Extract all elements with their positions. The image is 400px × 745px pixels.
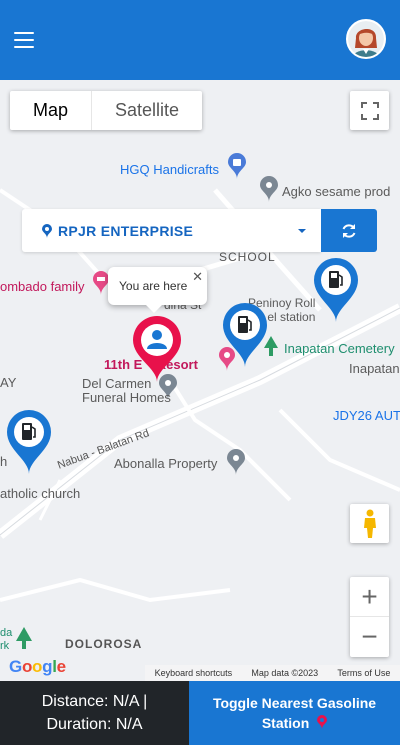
map-label-park-rk: rk: [0, 640, 10, 652]
toggle-label-line2-wrap: Station: [261, 713, 328, 733]
station-select-value: RPJR ENTERPRISE: [58, 222, 194, 239]
toggle-label-line2: Station: [261, 715, 310, 731]
duration-text: Duration: N/A: [46, 716, 143, 733]
keyboard-shortcuts-link[interactable]: Keyboard shortcuts: [155, 668, 233, 678]
distance-text: Distance: N/A |: [41, 693, 148, 710]
map-label-ombado: ombado family: [0, 279, 85, 294]
gas-station-marker[interactable]: [313, 258, 359, 322]
zoom-control: + −: [350, 577, 389, 657]
close-icon[interactable]: ✕: [192, 269, 203, 285]
station-select-row: RPJR ENTERPRISE: [22, 209, 377, 252]
distance-panel: Distance: N/A | Duration: N/A: [0, 681, 189, 745]
map-label-jdy: JDY26 AUT: [333, 408, 400, 423]
map-attribution: Keyboard shortcuts Map data ©2023 Terms …: [145, 665, 400, 681]
refresh-icon: [342, 223, 356, 238]
map-label-hgq: HGQ Handicrafts: [120, 162, 219, 177]
gas-station-marker[interactable]: [222, 303, 268, 367]
pegman-icon: [363, 509, 376, 538]
property-poi-icon[interactable]: [226, 449, 246, 475]
map-label-funeral: Funeral Homes: [82, 390, 171, 405]
map-type-map-button[interactable]: Map: [10, 91, 93, 130]
google-logo: Google: [9, 657, 66, 676]
map-data-text: Map data ©2023: [251, 668, 319, 678]
map-marker-icon: [317, 715, 328, 729]
you-are-here-infowindow: You are here ✕: [108, 267, 207, 313]
refresh-button[interactable]: [321, 209, 377, 252]
map-type-control: Map Satellite: [10, 91, 203, 130]
fullscreen-icon: [360, 101, 379, 120]
top-app-bar: [0, 0, 400, 80]
zoom-out-button[interactable]: −: [350, 617, 389, 657]
hamburger-icon[interactable]: [14, 32, 34, 48]
map-label-school: SCHOOL: [219, 250, 276, 264]
map-type-satellite-button[interactable]: Satellite: [92, 91, 202, 130]
map-label-park-da: da: [0, 627, 13, 639]
place-poi-icon[interactable]: [259, 176, 279, 202]
toggle-nearest-station-button[interactable]: Toggle Nearest Gasoline Station: [189, 681, 400, 745]
map-label-inapatan: Inapatan: [349, 361, 400, 376]
map-label-cemetery: Inapatan Cemetery: [284, 341, 395, 356]
infowindow-text: You are here: [119, 279, 188, 293]
app-screen: Map Satellite HGQ Handicrafts Agko sesam…: [0, 0, 400, 745]
map-label-ay: AY: [0, 375, 17, 390]
map-label-agko: Agko sesame prod: [282, 184, 391, 199]
map-pin-icon: [42, 223, 52, 238]
zoom-in-button[interactable]: +: [350, 577, 389, 617]
bottom-bar: Distance: N/A | Duration: N/A Toggle Nea…: [0, 681, 400, 745]
fullscreen-button[interactable]: [350, 91, 389, 130]
terms-of-use-link[interactable]: Terms of Use: [337, 668, 390, 678]
user-avatar[interactable]: [346, 19, 386, 59]
user-location-marker[interactable]: [131, 316, 183, 382]
map-label-dolorosa: DOLOROSA: [65, 637, 143, 651]
map-label-church: atholic church: [0, 486, 81, 501]
chevron-down-icon: [298, 228, 306, 233]
gas-station-marker[interactable]: [6, 410, 52, 474]
toggle-label-line1: Toggle Nearest Gasoline: [212, 695, 377, 711]
park-poi-icon[interactable]: [14, 627, 34, 649]
station-select[interactable]: RPJR ENTERPRISE: [22, 209, 321, 252]
shopping-poi-icon[interactable]: [227, 153, 247, 179]
map-label-abonalla: Abonalla Property: [114, 456, 218, 471]
street-view-pegman-button[interactable]: [350, 504, 389, 543]
map-view[interactable]: Map Satellite HGQ Handicrafts Agko sesam…: [0, 80, 400, 681]
